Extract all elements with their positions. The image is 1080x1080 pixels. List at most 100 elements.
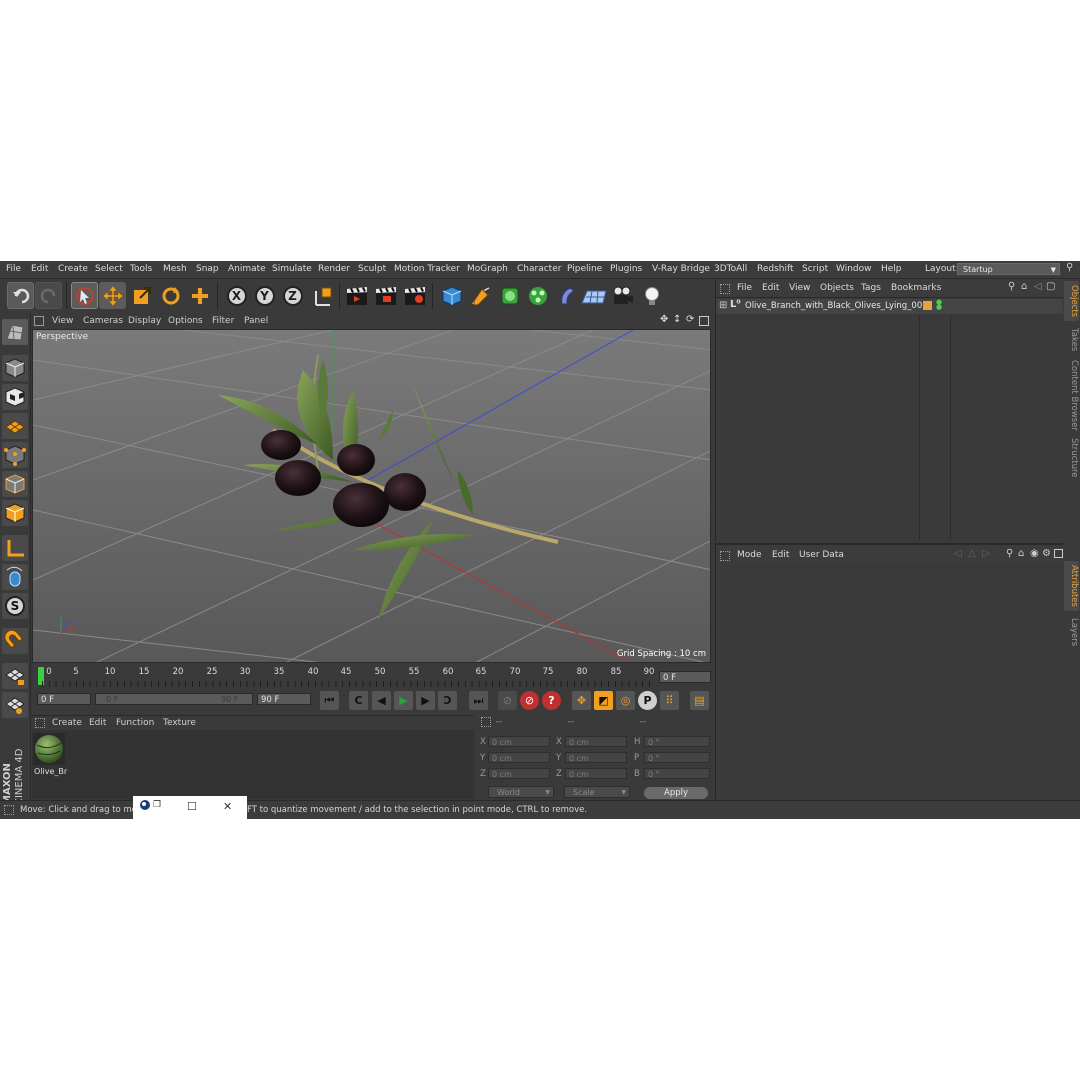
menu-script[interactable]: Script — [802, 264, 828, 274]
axis-mode-button[interactable] — [2, 535, 28, 561]
redo-button[interactable] — [35, 282, 62, 309]
object-menu-view[interactable]: View — [789, 283, 810, 293]
viewport-menu-cameras[interactable]: Cameras — [83, 316, 123, 326]
menu-tools[interactable]: Tools — [130, 264, 152, 274]
polygons-mode-button[interactable] — [2, 500, 28, 526]
viewport-menu-display[interactable]: Display — [128, 316, 161, 326]
previous-key-button[interactable]: C — [349, 691, 368, 710]
position-z-field[interactable]: 0 cm — [488, 768, 550, 779]
coordinate-system-button[interactable] — [309, 282, 336, 309]
cloner-button[interactable] — [524, 282, 551, 309]
material-item[interactable]: Olive_Br — [33, 733, 67, 779]
light-button[interactable] — [638, 282, 665, 309]
restore-icon[interactable]: ❐ — [153, 800, 161, 810]
locked-workplane-button[interactable] — [2, 663, 28, 689]
coordinate-mode-select[interactable]: World ▼ — [488, 786, 554, 798]
object-menu-file[interactable]: File — [737, 283, 752, 293]
record-active-button[interactable]: ⊘ — [498, 691, 517, 710]
key-position-button[interactable]: ✥ — [572, 691, 591, 710]
layout-select[interactable]: Startup ▼ — [957, 263, 1060, 275]
play-button[interactable]: ▶ — [394, 691, 413, 710]
menu-redshift[interactable]: Redshift — [757, 264, 794, 274]
menu-window[interactable]: Window — [836, 264, 872, 274]
undo-button[interactable] — [7, 282, 34, 309]
make-editable-button[interactable] — [2, 319, 28, 345]
edges-mode-button[interactable] — [2, 471, 28, 497]
object-row[interactable]: ⊞ L⁰ Olive_Branch_with_Black_Olives_Lyin… — [716, 299, 1063, 314]
menu-plugins[interactable]: Plugins — [610, 264, 642, 274]
coordinate-menu-icon[interactable] — [481, 717, 491, 727]
viewport-rotate-icon[interactable]: ⟳ — [686, 314, 694, 325]
add-tool-button[interactable] — [186, 282, 213, 309]
back-arrow-icon[interactable]: ◁ — [954, 548, 962, 559]
render-settings-button[interactable] — [401, 282, 428, 309]
timeline-window-button[interactable]: ▤ — [690, 691, 709, 710]
menu-edit[interactable]: Edit — [31, 264, 48, 274]
rotation-b-field[interactable]: 0 ° — [644, 768, 710, 779]
z-axis-lock-button[interactable]: Z — [279, 282, 306, 309]
material-menu-edit[interactable]: Edit — [89, 718, 106, 728]
position-x-field[interactable]: 0 cm — [488, 736, 550, 747]
settings-icon[interactable]: ⚙ — [1042, 548, 1051, 559]
key-parameter-button[interactable]: P — [638, 691, 657, 710]
menu-help[interactable]: Help — [881, 264, 902, 274]
rotate-tool-button[interactable] — [157, 282, 184, 309]
menu-mesh[interactable]: Mesh — [163, 264, 187, 274]
subdivision-surface-button[interactable] — [496, 282, 523, 309]
tab-attributes[interactable]: Attributes — [1064, 561, 1079, 611]
tab-content-browser[interactable]: Content Browser — [1064, 359, 1079, 431]
target-icon[interactable]: ◉ — [1030, 548, 1039, 559]
search-icon[interactable]: ⚲ — [1006, 548, 1013, 559]
object-name[interactable]: Olive_Branch_with_Black_Olives_Lying_001 — [745, 301, 928, 311]
key-rotation-button[interactable]: ◎ — [616, 691, 635, 710]
attribute-menu-mode[interactable]: Mode — [737, 550, 762, 560]
floor-button[interactable] — [580, 282, 607, 309]
new-window-icon[interactable] — [1054, 549, 1063, 558]
next-frame-button[interactable]: ▶ — [416, 691, 435, 710]
lock-icon[interactable]: ⌂ — [1018, 548, 1024, 559]
object-menu-icon[interactable] — [720, 284, 730, 294]
tab-structure[interactable]: Structure — [1064, 435, 1079, 481]
timeline-ruler[interactable]: 0 5 10 15 20 25 30 35 40 45 50 55 60 65 … — [32, 665, 714, 689]
menu-sculpt[interactable]: Sculpt — [358, 264, 386, 274]
render-picture-viewer-button[interactable] — [372, 282, 399, 309]
viewport-maximize-icon[interactable] — [699, 316, 709, 326]
menu-motion-tracker[interactable]: Motion Tracker — [394, 264, 460, 274]
search-icon[interactable]: ⚲ — [1008, 281, 1015, 292]
rotation-h-field[interactable]: 0 ° — [644, 736, 710, 747]
current-frame-field[interactable]: 0 F — [659, 671, 711, 683]
cube-button[interactable] — [438, 282, 465, 309]
deformer-button[interactable] — [553, 282, 580, 309]
up-arrow-icon[interactable]: △ — [968, 548, 976, 559]
size-x-field[interactable]: 0 cm — [565, 736, 627, 747]
menu-file[interactable]: File — [6, 264, 21, 274]
snap-toggle-button[interactable] — [2, 628, 28, 654]
keyframe-selection-button[interactable]: ? — [542, 691, 561, 710]
model-mode-button[interactable] — [2, 355, 28, 381]
planar-workplane-button[interactable] — [2, 692, 28, 718]
status-menu-icon[interactable] — [4, 805, 14, 815]
app-cinema4d-icon[interactable] — [139, 799, 151, 814]
go-to-end-button[interactable]: ⏭ — [469, 691, 488, 710]
material-menu-create[interactable]: Create — [52, 718, 82, 728]
points-mode-button[interactable] — [2, 442, 28, 468]
menu-vray-bridge[interactable]: V-Ray Bridge — [652, 264, 710, 274]
attribute-menu-user-data[interactable]: User Data — [799, 550, 844, 560]
viewport-zoom-icon[interactable]: ↕ — [673, 314, 681, 325]
material-menu-icon[interactable] — [35, 718, 45, 728]
attribute-menu-edit[interactable]: Edit — [772, 550, 789, 560]
go-to-start-button[interactable]: ⏮ — [320, 691, 339, 710]
material-menu-texture[interactable]: Texture — [163, 718, 196, 728]
viewport-menu-options[interactable]: Options — [168, 316, 203, 326]
tab-takes[interactable]: Takes — [1064, 325, 1079, 355]
material-menu-function[interactable]: Function — [116, 718, 154, 728]
previous-frame-button[interactable]: ◀ — [372, 691, 391, 710]
pen-spline-button[interactable] — [467, 282, 494, 309]
tweak-mode-button[interactable] — [2, 564, 28, 590]
menu-simulate[interactable]: Simulate — [272, 264, 312, 274]
viewport-pan-icon[interactable]: ✥ — [660, 314, 668, 325]
menu-mograph[interactable]: MoGraph — [467, 264, 508, 274]
texture-mode-button[interactable] — [2, 384, 28, 410]
camera-button[interactable] — [609, 282, 636, 309]
position-y-field[interactable]: 0 cm — [488, 752, 550, 763]
